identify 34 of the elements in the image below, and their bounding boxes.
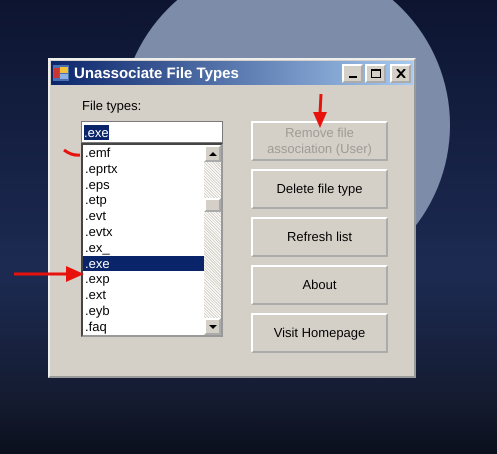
down-arrow-icon [208,324,216,328]
app-icon [53,65,69,81]
scroll-up-button[interactable] [204,145,221,162]
list-item[interactable]: .eprtx [83,160,204,177]
minimize-button[interactable] [342,64,363,82]
scroll-down-button[interactable] [204,318,221,335]
action-button[interactable]: About [251,265,388,305]
annotation-underline [62,148,82,158]
action-button[interactable]: Delete file type [251,169,388,209]
close-button[interactable] [390,64,411,82]
list-item[interactable]: .exe [83,256,204,272]
list-item[interactable]: .eps [83,176,204,192]
list-item[interactable]: .eyb [83,302,204,319]
minimize-icon [348,76,356,78]
up-arrow-icon [208,152,216,156]
list-item[interactable]: .emf [83,145,204,161]
scroll-thumb[interactable] [204,198,221,212]
annotation-arrow [312,94,328,128]
action-button[interactable]: Visit Homepage [251,313,388,353]
list-item[interactable]: .evtx [83,224,204,240]
file-types-label: File types: [82,98,142,115]
maximize-icon [370,68,380,78]
close-icon [396,68,406,78]
action-button[interactable]: Refresh list [251,217,388,257]
list-item[interactable]: .evt [83,208,204,224]
maximize-button[interactable] [365,64,386,82]
list-item[interactable]: .etp [83,192,204,208]
list-item[interactable]: .faq [83,318,204,335]
window-title: Unassociate File Types [74,64,240,82]
list-item[interactable]: .ext [83,287,204,303]
list-item[interactable]: .exp [83,271,204,288]
search-field[interactable]: .exe [81,121,223,143]
list-item[interactable]: .ex_ [83,240,204,256]
annotation-arrow [14,266,84,282]
